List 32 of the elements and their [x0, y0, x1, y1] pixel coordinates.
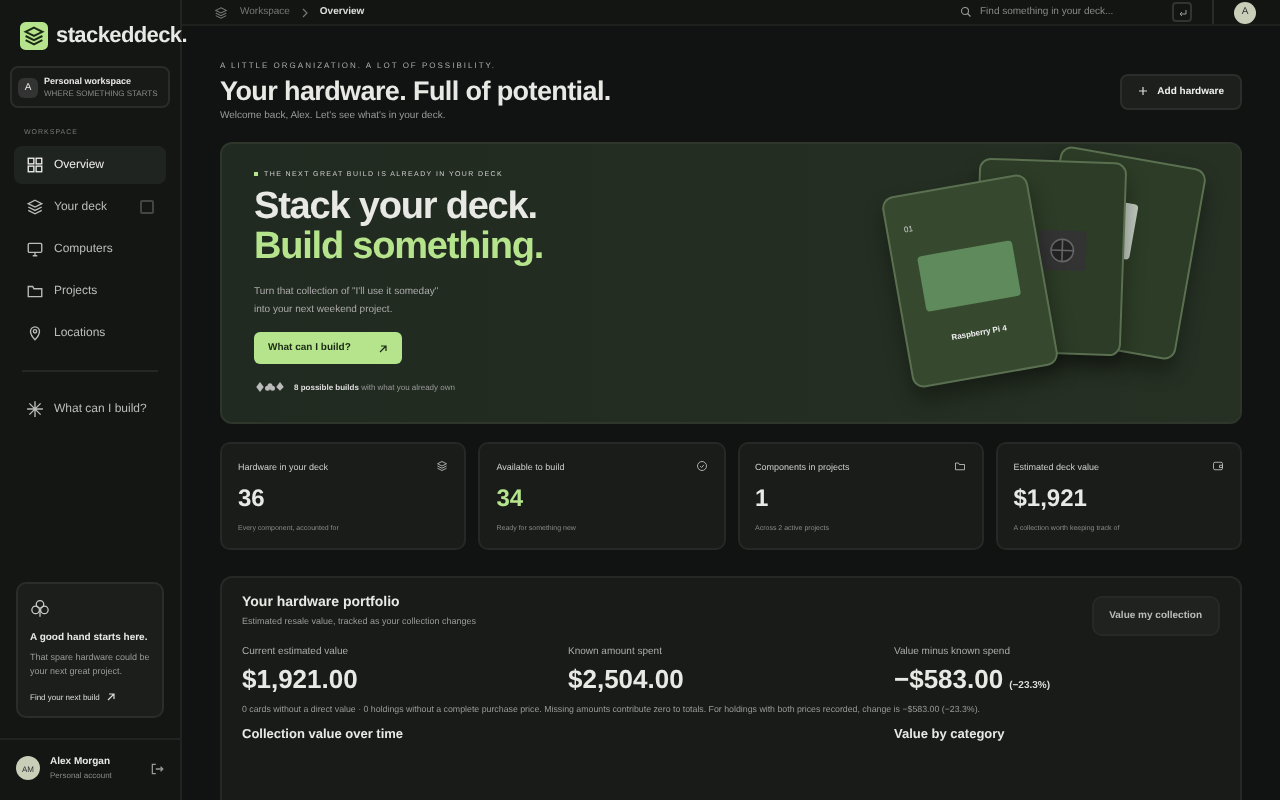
metric-value: −$583.00: [894, 664, 1004, 694]
arrow-icon: [105, 692, 116, 702]
arrow-icon: [378, 343, 389, 353]
stack-icon: [436, 460, 449, 472]
grid-icon: [26, 156, 44, 174]
monitor-icon: [26, 240, 44, 258]
enter-key-icon: [1172, 2, 1192, 22]
plus-icon: [1137, 86, 1148, 96]
card-suits-icon: [254, 382, 286, 392]
sparkle-icon: [26, 400, 44, 418]
stat-value: $1,921: [1013, 484, 1089, 512]
hero-title: Build something.: [254, 228, 544, 268]
stat-value: 34: [496, 484, 526, 512]
brand-name: stackeddeck.: [56, 24, 187, 48]
folder-icon: [26, 282, 44, 300]
stat-value: 36: [238, 484, 267, 512]
logo-icon: [20, 22, 48, 50]
page-title: Your hardware. Full of potential.: [220, 76, 611, 106]
hero-title: Stack your deck.: [254, 188, 539, 228]
metric-value: $1,921.00: [242, 664, 358, 694]
logout-icon[interactable]: [150, 761, 164, 775]
chevron-icon: [301, 7, 308, 17]
search-icon: [960, 6, 972, 18]
stack-icon: [26, 198, 44, 216]
pin-icon: [26, 324, 44, 342]
wallet-icon: [1212, 460, 1224, 472]
stat-value: 1: [755, 484, 771, 512]
club-icon: [30, 597, 50, 618]
folder-icon: [953, 460, 966, 472]
stack-icon: [214, 5, 228, 19]
check-icon: [695, 460, 707, 472]
metric-value: $2,504.00: [568, 664, 684, 694]
